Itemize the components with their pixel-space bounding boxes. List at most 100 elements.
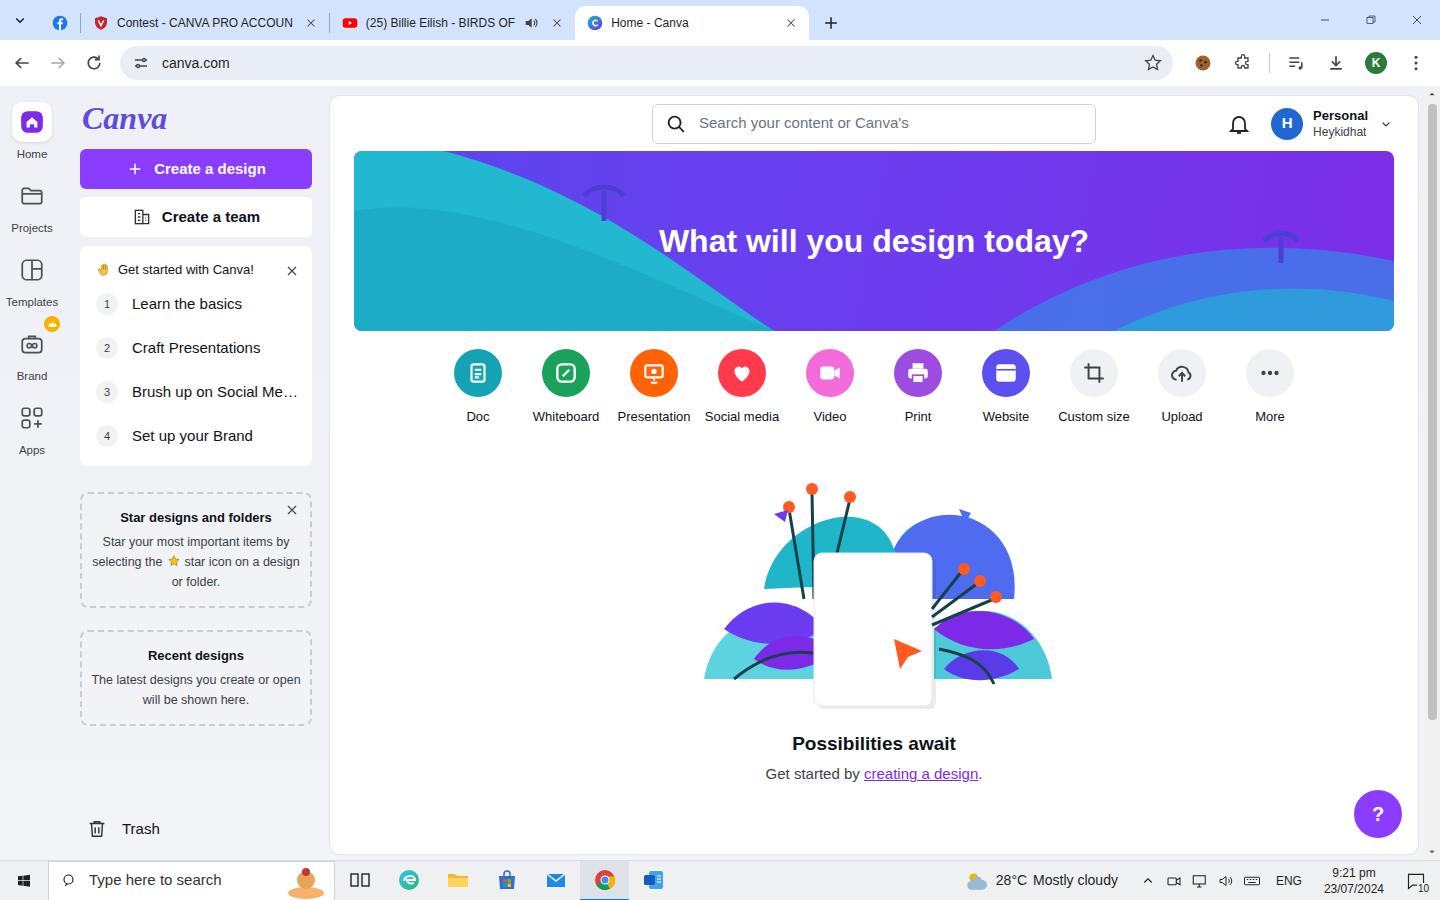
design-type-item[interactable]: Doc xyxy=(434,349,522,427)
site-info-icon[interactable] xyxy=(132,54,150,72)
profile-button[interactable]: K xyxy=(1358,45,1394,81)
arrow-right-icon xyxy=(48,53,68,73)
minimize-button[interactable] xyxy=(1302,0,1348,40)
step-item[interactable]: 2Craft Presentations xyxy=(96,326,300,370)
tab-search-button[interactable] xyxy=(0,0,40,40)
design-type-item[interactable]: Social media xyxy=(698,349,786,427)
design-type-item[interactable]: Whiteboard xyxy=(522,349,610,427)
restore-button[interactable] xyxy=(1348,0,1394,40)
canva-logo[interactable]: Canva xyxy=(80,98,312,138)
profile-avatar[interactable]: K xyxy=(1365,52,1387,74)
rail-label: Projects xyxy=(11,220,53,236)
taskbar-app[interactable] xyxy=(335,861,384,900)
design-type-button[interactable] xyxy=(454,349,502,397)
address-bar[interactable]: canva.com xyxy=(120,46,1173,80)
media-button[interactable] xyxy=(1278,45,1314,81)
arrow-left-icon xyxy=(12,53,32,73)
network-button[interactable] xyxy=(1188,861,1212,900)
browser-tab[interactable]: (25) Billie Eilish - BIRDS OF xyxy=(330,6,575,40)
rail-label: Brand xyxy=(17,368,48,384)
design-type-button[interactable] xyxy=(718,349,766,397)
taskbar-app[interactable] xyxy=(580,861,629,900)
close-button[interactable] xyxy=(284,260,300,280)
design-type-item[interactable]: Website xyxy=(962,349,1050,427)
create-team-button[interactable]: Create a team xyxy=(80,197,312,237)
create-design-link[interactable]: creating a design xyxy=(864,765,978,782)
notifications-button[interactable] xyxy=(1227,111,1251,136)
design-type-item[interactable]: Upload xyxy=(1138,349,1226,427)
scroll-thumb[interactable] xyxy=(1428,104,1437,720)
design-type-button[interactable] xyxy=(1246,349,1294,397)
meet-button[interactable] xyxy=(1162,861,1186,900)
taskbar-app[interactable] xyxy=(384,861,433,900)
weather-widget[interactable]: 28°CMostly cloudy xyxy=(964,868,1134,894)
taskbar-app[interactable] xyxy=(433,861,482,900)
start-button[interactable] xyxy=(0,861,48,900)
scrollbar[interactable] xyxy=(1424,86,1440,860)
taskbar-app[interactable] xyxy=(531,861,580,900)
design-type-button[interactable] xyxy=(630,349,678,397)
search-placeholder[interactable]: Type here to search xyxy=(89,869,276,892)
design-type-label: Print xyxy=(905,407,932,427)
reload-button[interactable] xyxy=(78,47,110,79)
tab-close-button[interactable] xyxy=(781,13,801,33)
forward-button[interactable] xyxy=(42,47,74,79)
browser-tab[interactable]: Contest - CANVA PRO ACCOUN xyxy=(81,6,329,40)
create-design-button[interactable]: Create a design xyxy=(80,149,312,189)
account-menu[interactable]: HPersonalHeykidhat xyxy=(1271,108,1394,140)
close-button[interactable] xyxy=(284,502,300,518)
shield-icon xyxy=(93,15,109,31)
trash-link[interactable]: Trash xyxy=(80,818,312,841)
star-icon[interactable] xyxy=(1143,53,1163,73)
design-type-button[interactable] xyxy=(894,349,942,397)
step-item[interactable]: 4Set up your Brand xyxy=(96,414,300,458)
help-button[interactable]: ? xyxy=(1354,790,1402,838)
notification-center-button[interactable]: 10 xyxy=(1396,861,1436,900)
design-type-button[interactable] xyxy=(982,349,1030,397)
design-type-button[interactable] xyxy=(806,349,854,397)
scroll-up-button[interactable] xyxy=(1428,86,1436,102)
close-window-button[interactable] xyxy=(1394,0,1440,40)
browser-tab[interactable]: Home - Canva xyxy=(575,6,809,40)
chrome-icon xyxy=(593,868,617,892)
rail-item[interactable]: Projects xyxy=(11,176,53,236)
tab-close-button[interactable] xyxy=(301,13,321,33)
address-text[interactable]: canva.com xyxy=(162,53,1131,74)
account-avatar[interactable]: H xyxy=(1271,108,1303,140)
menu-button[interactable] xyxy=(1398,45,1434,81)
design-type-item[interactable]: Print xyxy=(874,349,962,427)
cookie-extension[interactable] xyxy=(1185,45,1221,81)
design-type-button[interactable] xyxy=(1158,349,1206,397)
design-type-button[interactable] xyxy=(542,349,590,397)
language-indicator[interactable]: ENG xyxy=(1266,872,1312,890)
speaker-icon[interactable] xyxy=(523,15,539,31)
back-button[interactable] xyxy=(6,47,38,79)
taskbar-search[interactable]: Type here to search xyxy=(48,861,335,900)
taskbar-app[interactable] xyxy=(629,861,678,900)
rail-item[interactable]: Templates xyxy=(6,250,58,310)
keyboard-button[interactable] xyxy=(1240,861,1264,900)
downloads-button[interactable] xyxy=(1318,45,1354,81)
design-type-item[interactable]: More xyxy=(1226,349,1314,427)
pinned-tab[interactable] xyxy=(40,6,80,40)
design-type-item[interactable]: Video xyxy=(786,349,874,427)
search-input[interactable] xyxy=(697,111,1083,136)
tab-close-button[interactable] xyxy=(547,13,567,33)
step-item[interactable]: 1Learn the basics xyxy=(96,282,300,326)
scroll-down-button[interactable] xyxy=(1428,844,1436,860)
design-type-button[interactable] xyxy=(1070,349,1118,397)
rail-item[interactable]: Brand xyxy=(12,324,52,384)
step-item[interactable]: 3Brush up on Social Me… xyxy=(96,370,300,414)
design-type-item[interactable]: Presentation xyxy=(610,349,698,427)
weather-temperature: 28°C xyxy=(996,870,1027,891)
volume-button[interactable] xyxy=(1214,861,1238,900)
new-tab-button[interactable] xyxy=(813,6,849,40)
design-type-item[interactable]: Custom size xyxy=(1050,349,1138,427)
extensions-button[interactable] xyxy=(1225,45,1261,81)
taskbar-app[interactable] xyxy=(482,861,531,900)
rail-item[interactable]: Home xyxy=(12,102,52,162)
clock[interactable]: 9:21 pm23/07/2024 xyxy=(1314,865,1394,897)
search-field[interactable] xyxy=(652,104,1096,144)
rail-item[interactable]: Apps xyxy=(12,398,52,458)
show-hidden-button[interactable] xyxy=(1136,861,1160,900)
